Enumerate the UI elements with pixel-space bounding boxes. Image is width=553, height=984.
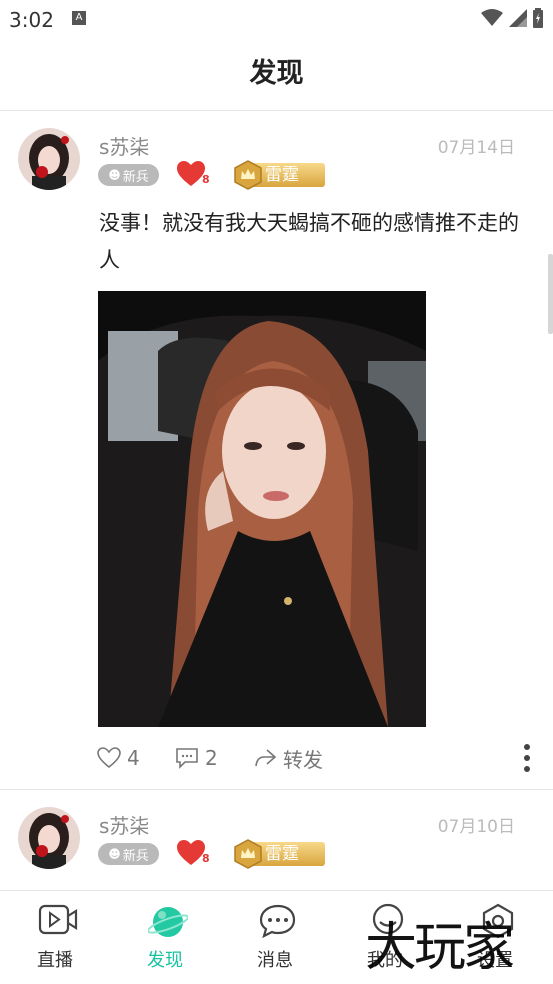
selfie-image (98, 291, 426, 727)
post-date: 07月10日 (437, 817, 515, 837)
post-username[interactable]: s苏柒 (99, 131, 149, 160)
rookie-badge-label: 新兵 (122, 848, 149, 864)
rank-title: 雷霆 (265, 165, 299, 185)
nav-label-messages: 消息 (257, 950, 293, 971)
heart-icon (177, 161, 205, 186)
heart-count: 8 (202, 173, 210, 186)
post-photo[interactable] (98, 291, 426, 727)
video-icon (38, 904, 78, 935)
nav-label-live: 直播 (37, 950, 73, 971)
share-arrow-icon (255, 749, 277, 767)
page-header: 发现 (0, 38, 553, 111)
crown-emblem-icon (234, 839, 262, 869)
scrollbar[interactable] (548, 254, 553, 334)
nav-item-discover[interactable]: 发现 (110, 891, 220, 984)
post-date: 07月14日 (437, 138, 515, 158)
heart-badge: 8 (177, 840, 213, 868)
nav-item-messages[interactable]: 消息 (220, 891, 330, 984)
comment-count: 2 (205, 746, 218, 770)
like-button[interactable]: 4 (97, 738, 140, 778)
heart-outline-icon (97, 747, 121, 769)
status-time: 3:02 (9, 8, 54, 32)
nav-label-discover: 发现 (147, 950, 183, 971)
rank-badge: 雷霆 (233, 160, 327, 190)
rookie-badge-label: 新兵 (122, 169, 149, 185)
post-username[interactable]: s苏柒 (99, 810, 149, 839)
battery-icon (533, 8, 543, 28)
rookie-badge: ☻ 新兵 (98, 843, 159, 865)
feed-post: s苏柒 07月14日 ☻ 新兵 8 雷霆 没事！就没有我大天蝎搞不砸的感情推不走… (0, 111, 553, 789)
planet-icon (148, 907, 188, 937)
status-bar: 3:02 A (0, 0, 553, 38)
notification-icon: A (72, 11, 86, 25)
rookie-badge: ☻ 新兵 (98, 164, 159, 186)
rank-title: 雷霆 (265, 844, 299, 864)
chat-icon (259, 904, 296, 939)
status-icons (481, 8, 543, 28)
avatar-image (18, 128, 80, 190)
share-button[interactable]: 转发 (253, 738, 323, 778)
more-options-icon[interactable] (523, 742, 531, 774)
crown-emblem-icon (234, 160, 262, 190)
heart-icon (177, 840, 205, 865)
nav-item-live[interactable]: 直播 (0, 891, 110, 984)
share-label: 转发 (283, 747, 323, 772)
heart-count: 8 (202, 852, 210, 865)
post-actions: 4 2 转发 (0, 738, 553, 778)
comment-icon (176, 748, 198, 769)
like-count: 4 (127, 746, 140, 770)
page-title: 发现 (249, 58, 304, 89)
wifi-icon (481, 9, 503, 26)
avatar[interactable] (18, 128, 80, 190)
avatar-image (18, 807, 80, 869)
avatar[interactable] (18, 807, 80, 869)
feed-post: s苏柒 07月10日 ☻ 新兵 8 雷霆 (0, 790, 553, 890)
post-text: 没事！就没有我大天蝎搞不砸的感情推不走的人 (99, 211, 519, 272)
rank-badge: 雷霆 (233, 839, 327, 869)
heart-badge: 8 (177, 161, 213, 189)
smile-icon: ☻ (108, 847, 121, 861)
smile-icon: ☻ (108, 168, 121, 182)
signal-icon (509, 9, 527, 27)
comment-button[interactable]: 2 (175, 738, 218, 778)
watermark: 大玩家 (365, 918, 515, 978)
